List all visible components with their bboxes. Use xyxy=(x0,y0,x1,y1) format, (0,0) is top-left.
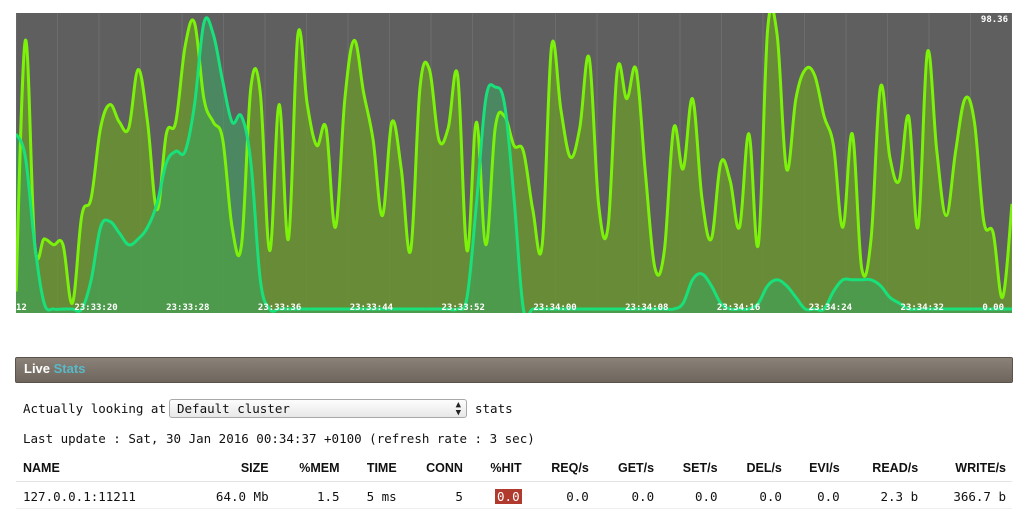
time-axis-label: 23:34:16 xyxy=(717,303,760,313)
panel-title-accent: Stats xyxy=(53,361,86,376)
stats-label: stats xyxy=(475,401,513,416)
col-header-set: SET/s xyxy=(660,458,724,482)
cell-read: 2.3 b xyxy=(845,481,925,509)
cell-req: 0.0 xyxy=(527,481,595,509)
stats-table: NAME SIZE %MEM TIME CONN %HIT REQ/s GET/… xyxy=(16,458,1012,509)
select-arrows-icon: ▲ ▼ xyxy=(455,400,461,418)
cell-size: 64.0 Mb xyxy=(186,481,275,509)
cell-set: 0.0 xyxy=(660,481,724,509)
time-axis-label: 23:33:52 xyxy=(442,303,485,313)
time-axis-label: 23:34:08 xyxy=(625,303,668,313)
time-axis-label: 23:34:00 xyxy=(533,303,576,313)
col-header-hit: %HIT xyxy=(468,458,528,482)
col-header-time: TIME xyxy=(345,458,403,482)
time-axis-label: 12 xyxy=(16,303,27,313)
col-header-conn: CONN xyxy=(402,458,469,482)
cell-evi: 0.0 xyxy=(787,481,846,509)
cell-del: 0.0 xyxy=(723,481,788,509)
cell-name: 127.0.0.1:11211 xyxy=(16,481,187,509)
hit-rate-badge: 0.0 xyxy=(495,489,522,504)
cluster-select[interactable]: Default cluster ▲ ▼ xyxy=(169,399,467,418)
time-axis-label: 23:34:32 xyxy=(901,303,944,313)
graph-min-label: 0.00 xyxy=(982,303,1004,313)
col-header-write: WRITE/s xyxy=(924,458,1012,482)
time-axis-label: 23:33:44 xyxy=(350,303,394,313)
col-header-get: GET/s xyxy=(594,458,661,482)
cell-time: 5 ms xyxy=(345,481,403,509)
col-header-req: REQ/s xyxy=(527,458,595,482)
live-stats-graph: 98.36 0.00 12 23:33:20 23:33:28 23:33:36 23:33… xyxy=(16,13,1012,313)
cell-hit: 0.0 xyxy=(468,481,528,509)
panel-title: Live Stats xyxy=(24,361,85,376)
looking-at-label: Actually looking at xyxy=(23,401,166,416)
time-axis-label: 23:33:36 xyxy=(258,303,301,313)
cell-write: 366.7 b xyxy=(924,481,1012,509)
graph-canvas: 98.36 0.00 12 23:33:20 23:33:28 23:33:36 23:33… xyxy=(16,13,1012,313)
cluster-select-value: Default cluster xyxy=(177,401,290,416)
col-header-size: SIZE xyxy=(186,458,275,482)
cell-mem: 1.5 xyxy=(274,481,346,509)
table-row: 127.0.0.1:11211 64.0 Mb 1.5 5 ms 5 0.0 0… xyxy=(16,481,1012,509)
col-header-mem: %MEM xyxy=(274,458,346,482)
time-axis-label: 23:34:24 xyxy=(809,303,853,313)
panel-title-main: Live xyxy=(24,361,51,376)
col-header-name: NAME xyxy=(16,458,187,482)
time-axis-label: 23:33:20 xyxy=(74,303,117,313)
last-update-text: Last update : Sat, 30 Jan 2016 00:34:37 … xyxy=(23,431,535,446)
time-axis-label: 23:33:28 xyxy=(166,303,209,313)
col-header-del: DEL/s xyxy=(723,458,788,482)
live-stats-panel-header: Live Stats xyxy=(15,357,1013,383)
col-header-read: READ/s xyxy=(845,458,925,482)
col-header-evi: EVI/s xyxy=(787,458,846,482)
cell-get: 0.0 xyxy=(594,481,661,509)
graph-max-label: 98.36 xyxy=(981,15,1008,25)
stats-table-header-row: NAME SIZE %MEM TIME CONN %HIT REQ/s GET/… xyxy=(16,458,1012,482)
cell-conn: 5 xyxy=(402,481,469,509)
